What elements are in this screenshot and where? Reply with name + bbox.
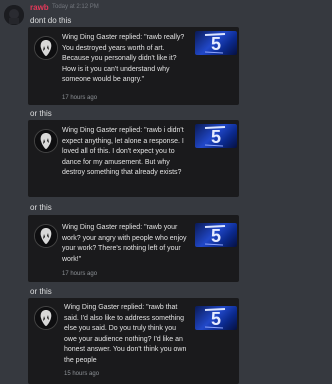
message-intro: dont do this [30,16,72,25]
notification-text: Wing Ding Gaster replied: "rawb i didn't… [62,127,184,177]
notification-age: 15 hours ago [64,371,100,377]
post-thumbnail: 5 [195,223,237,247]
commenter-avatar [34,306,58,330]
post-thumbnail: 5 [195,306,237,330]
notification-age: 17 hours ago [62,271,98,277]
svg-text:5: 5 [211,226,221,246]
notification-card[interactable]: Wing Ding Gaster replied: "rawb really? … [28,27,239,105]
post-thumbnail: 5 [195,31,237,55]
commenter-avatar [34,36,58,60]
notification-card[interactable]: Wing Ding Gaster replied: "rawb i didn't… [28,120,239,197]
notification-card[interactable]: Wing Ding Gaster replied: "rawb your wor… [28,215,239,282]
svg-text:5: 5 [211,127,221,147]
message-timestamp: Today at 2:12 PM [52,4,99,10]
separator-text: or this [30,287,52,296]
separator-text: or this [30,203,52,212]
svg-text:5: 5 [211,34,221,54]
avatar[interactable] [4,5,24,25]
post-thumbnail: 5 [195,124,237,148]
svg-text:5: 5 [211,309,221,329]
notification-card[interactable]: Wing Ding Gaster replied: "rawb that sai… [28,298,239,384]
notification-text: Wing Ding Gaster replied: "rawb that sai… [64,304,187,364]
notification-text: Wing Ding Gaster replied: "rawb really? … [62,34,185,84]
commenter-avatar [34,129,58,153]
author-name[interactable]: rawb [30,3,49,12]
notification-text: Wing Ding Gaster replied: "rawb your wor… [62,224,187,263]
notification-age: 17 hours ago [62,95,98,101]
separator-text: or this [30,109,52,118]
commenter-avatar [34,224,58,248]
